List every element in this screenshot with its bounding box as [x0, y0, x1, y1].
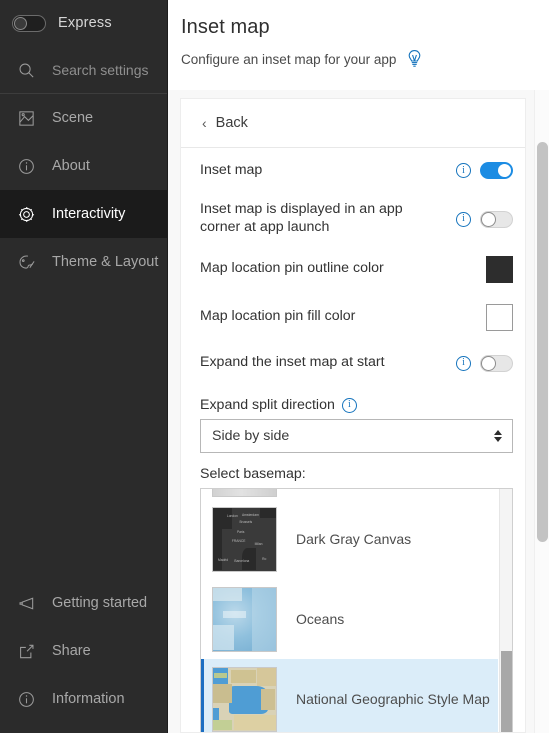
info-icon[interactable]: i [456, 163, 471, 178]
setting-row-pin-fill-color: Map location pin fill color [200, 293, 513, 341]
basemap-name: Oceans [296, 611, 345, 627]
sidebar-item-label: Scene [52, 110, 94, 126]
settings-list: Inset map i Inset map is displayed in an… [181, 148, 525, 732]
basemap-scroll-content: London Amsterdam Brussels Paris FRANCE M… [201, 489, 498, 732]
basemap-thumbnail: London Amsterdam Brussels Paris FRANCE M… [212, 506, 277, 572]
toggle-knob [481, 211, 496, 227]
info-icon[interactable]: i [456, 355, 471, 371]
expand-at-start-toggle[interactable] [480, 354, 513, 372]
info-icon[interactable]: i [456, 211, 471, 227]
page-subtitle-row: Configure an inset map for your app [181, 49, 549, 69]
setting-label: Expand the inset map at start [200, 354, 385, 371]
sidebar-item-label: Information [52, 691, 125, 707]
gear-icon [17, 205, 36, 224]
setting-control: i [456, 162, 513, 179]
split-direction-select[interactable]: Side by side [200, 419, 513, 453]
info-circle-icon [17, 157, 36, 176]
page-scrollbar[interactable] [534, 90, 549, 733]
sidebar-item-label: Interactivity [52, 206, 126, 222]
basemap-item-dark-gray-canvas[interactable]: London Amsterdam Brussels Paris FRANCE M… [201, 499, 498, 579]
sidebar-item-getting-started[interactable]: Getting started [0, 579, 167, 627]
basemap-item-oceans[interactable]: Oceans [201, 579, 498, 659]
setting-row-pin-outline-color: Map location pin outline color [200, 245, 513, 293]
basemap-thumbnail [212, 586, 277, 652]
basemap-name: Dark Gray Canvas [296, 531, 412, 547]
sidebar-item-label: About [52, 158, 90, 174]
sidebar-item-label: Theme & Layout [52, 254, 159, 270]
page-scrollbar-thumb[interactable] [537, 142, 548, 542]
select-basemap-label: Select basemap: [200, 466, 306, 482]
sidebar-nav: Scene About Interactivity Theme & Layout [0, 94, 167, 286]
inset-map-toggle[interactable] [480, 162, 513, 179]
express-toggle[interactable] [12, 14, 46, 32]
sidebar-item-theme-layout[interactable]: Theme & Layout [0, 238, 167, 286]
basemap-item-partial-top[interactable] [201, 489, 498, 499]
sidebar-item-about[interactable]: About [0, 142, 167, 190]
palette-icon [17, 253, 36, 272]
app-corner-toggle[interactable] [480, 210, 513, 228]
main-panel: Inset map Configure an inset map for you… [168, 0, 549, 733]
express-toggle-row[interactable]: Express [0, 0, 167, 47]
sidebar-bottom-nav: Getting started Share Information [0, 579, 167, 733]
sidebar: Express Search settings Scene About Inte… [0, 0, 168, 733]
basemap-list-scrollbar-thumb[interactable] [501, 651, 512, 732]
toggle-knob [481, 355, 496, 371]
split-direction-label-row: Expand split direction i [200, 385, 513, 419]
sidebar-item-label: Getting started [52, 595, 148, 611]
split-direction-label: Expand split direction [200, 397, 335, 413]
search-icon [17, 61, 36, 80]
setting-control: i [456, 354, 513, 372]
pin-fill-color-swatch[interactable] [486, 303, 513, 331]
sidebar-item-information[interactable]: Information [0, 675, 167, 723]
scene-icon [17, 109, 36, 128]
page-subtitle: Configure an inset map for your app [181, 51, 397, 67]
setting-label: Map location pin outline color [200, 260, 384, 277]
back-button[interactable]: ‹ Back [181, 99, 525, 148]
pin-outline-color-swatch[interactable] [486, 255, 513, 283]
basemap-item-national-geographic-style-map[interactable]: National Geographic Style Map [201, 659, 498, 732]
info-circle-icon [17, 690, 36, 709]
page-title: Inset map [181, 16, 270, 38]
setting-row-inset-map: Inset map i [200, 148, 513, 193]
setting-label: Inset map is displayed in an app corner … [200, 201, 403, 235]
setting-label: Inset map [200, 161, 263, 178]
megaphone-icon [17, 594, 36, 613]
setting-row-app-corner: Inset map is displayed in an app corner … [200, 193, 513, 245]
basemap-list[interactable]: London Amsterdam Brussels Paris FRANCE M… [200, 488, 513, 732]
express-label: Express [58, 15, 112, 31]
page-header: Inset map Configure an inset map for you… [168, 0, 549, 90]
basemap-thumbnail [212, 666, 277, 732]
split-direction-value: Side by side [212, 428, 290, 444]
sidebar-item-label: Share [52, 643, 91, 659]
back-label: Back [215, 115, 248, 131]
setting-control [486, 303, 513, 331]
basemap-thumbnail-partial [212, 489, 277, 497]
sidebar-item-scene[interactable]: Scene [0, 94, 167, 142]
toggle-knob [498, 164, 511, 177]
content-area: ‹ Back Inset map i Inset map is displaye… [168, 90, 549, 733]
setting-control [486, 255, 513, 283]
info-icon[interactable]: i [341, 397, 357, 413]
updown-arrows-icon [494, 430, 502, 442]
chevron-left-icon: ‹ [202, 115, 207, 131]
sidebar-search-settings[interactable]: Search settings [0, 47, 167, 94]
lightbulb-icon[interactable] [406, 49, 423, 69]
sidebar-item-interactivity[interactable]: Interactivity [0, 190, 167, 238]
setting-control: i [456, 210, 513, 228]
setting-row-expand-at-start: Expand the inset map at start i [200, 341, 513, 385]
search-settings-label: Search settings [52, 62, 149, 78]
app-root: Express Search settings Scene About Inte… [0, 0, 549, 733]
basemap-name: National Geographic Style Map [296, 691, 490, 707]
share-icon [17, 642, 36, 661]
settings-card: ‹ Back Inset map i Inset map is displaye… [180, 98, 526, 733]
setting-label: Map location pin fill color [200, 308, 356, 325]
sidebar-item-share[interactable]: Share [0, 627, 167, 675]
express-toggle-knob [14, 16, 27, 30]
basemap-list-scrollbar[interactable] [499, 489, 512, 732]
